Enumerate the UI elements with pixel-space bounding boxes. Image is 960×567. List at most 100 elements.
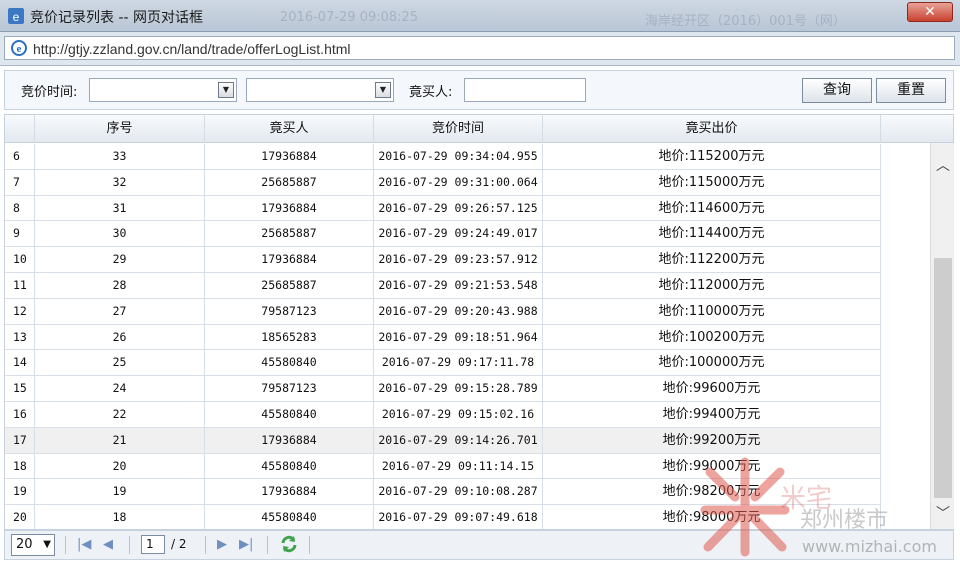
page-size-select[interactable]: 20 ▼ <box>11 534 55 556</box>
table-row[interactable]: 7 32 25685887 2016-07-29 09:31:00.064 地价:115… <box>5 169 881 196</box>
table-header: 序号 竟买人 竞价时间 竟买出价 <box>5 115 953 143</box>
column-header-bid-price[interactable]: 竟买出价 <box>543 115 881 143</box>
table-cell-price: 地价:100000万元 <box>543 350 881 377</box>
table-cell-time: 2016-07-29 09:24:49.017 <box>374 221 543 248</box>
column-header-seq[interactable]: 序号 <box>35 115 205 143</box>
table-cell-price: 地价:100200万元 <box>543 324 881 351</box>
table-row[interactable]: 11 28 25685887 2016-07-29 09:21:53.548 地价:11… <box>5 272 881 299</box>
refresh-icon[interactable] <box>279 534 299 554</box>
last-page-icon[interactable]: ▶| <box>239 537 253 552</box>
current-page-input[interactable]: 1 <box>141 535 165 554</box>
table-cell-idx: 19 <box>5 479 35 506</box>
table-cell-time: 2016-07-29 09:21:53.548 <box>374 272 543 299</box>
table-cell-idx: 6 <box>5 144 35 170</box>
table-cell-seq: 26 <box>35 324 205 351</box>
table-cell-seq: 33 <box>35 144 205 170</box>
scroll-up-icon[interactable]: ︿ <box>936 155 950 175</box>
chevron-down-icon[interactable]: ▼ <box>218 82 234 98</box>
table-row[interactable]: 6 33 17936884 2016-07-29 09:34:04.955 地价:115… <box>5 144 881 170</box>
column-header-index[interactable] <box>5 115 35 143</box>
table-row[interactable]: 9 30 25685887 2016-07-29 09:24:49.017 地价:114… <box>5 221 881 248</box>
table-cell-time: 2016-07-29 09:20:43.988 <box>374 298 543 325</box>
watermark-sub: 郑州楼市 <box>800 508 889 533</box>
table-row[interactable]: 15 24 79587123 2016-07-29 09:15:28.789 地价:99… <box>5 376 881 402</box>
table-cell-time: 2016-07-29 09:26:57.125 <box>374 195 543 222</box>
table-row[interactable]: 10 29 17936884 2016-07-29 09:23:57.912 地价:11… <box>5 247 881 273</box>
table-row[interactable]: 13 26 18565283 2016-07-29 09:18:51.964 地价:10… <box>5 324 881 351</box>
table-cell-idx: 20 <box>5 505 35 529</box>
table-cell-idx: 13 <box>5 324 35 351</box>
first-page-icon[interactable]: |◀ <box>77 537 91 552</box>
table-cell-price: 地价:112000万元 <box>543 272 881 299</box>
table-row[interactable]: 17 21 17936884 2016-07-29 09:14:26.701 地价:99… <box>5 427 881 454</box>
table-cell-price: 地价:114400万元 <box>543 221 881 248</box>
chevron-down-icon[interactable]: ▼ <box>375 82 391 98</box>
dialog-title: 竞价记录列表 -- 网页对话框 <box>30 10 204 26</box>
table-cell-idx: 14 <box>5 350 35 377</box>
table-cell-buyer: 17936884 <box>205 144 374 170</box>
dialog-titlebar: e 竞价记录列表 -- 网页对话框 2016-07-29 09:08:25 海岸… <box>0 0 960 32</box>
table-cell-idx: 7 <box>5 169 35 196</box>
table-cell-buyer: 17936884 <box>205 195 374 222</box>
table-cell-time: 2016-07-29 09:14:26.701 <box>374 427 543 454</box>
bid-time-label: 竞价时间: <box>21 85 78 100</box>
table-cell-seq: 32 <box>35 169 205 196</box>
chevron-down-icon: ▼ <box>43 539 51 550</box>
table-cell-price: 地价:99200万元 <box>543 427 881 454</box>
close-icon: ✕ <box>924 4 936 20</box>
table-cell-time: 2016-07-29 09:15:28.789 <box>374 376 543 402</box>
buyer-input[interactable] <box>464 78 586 102</box>
table-cell-idx: 11 <box>5 272 35 299</box>
table-row[interactable]: 14 25 45580840 2016-07-29 09:17:11.78 地价:100… <box>5 350 881 377</box>
table-cell-seq: 22 <box>35 401 205 428</box>
table-cell-buyer: 25685887 <box>205 169 374 196</box>
page-icon: e <box>8 8 24 24</box>
table-cell-seq: 31 <box>35 195 205 222</box>
table-cell-seq: 27 <box>35 298 205 325</box>
table-cell-idx: 17 <box>5 427 35 454</box>
table-cell-idx: 8 <box>5 195 35 222</box>
table-cell-time: 2016-07-29 09:34:04.955 <box>374 144 543 170</box>
table-cell-idx: 9 <box>5 221 35 248</box>
query-button[interactable]: 查询 <box>802 78 872 103</box>
svg-text:e: e <box>17 43 22 55</box>
table-row[interactable]: 16 22 45580840 2016-07-29 09:15:02.16 地价:994… <box>5 401 881 428</box>
background-window-text: 海岸经开区（2016）001号（网） <box>645 14 846 29</box>
url-field[interactable]: e http://gtjy.zzland.gov.cn/land/trade/o… <box>4 36 955 60</box>
table-cell-time: 2016-07-29 09:11:14.15 <box>374 453 543 480</box>
table-cell-seq: 29 <box>35 247 205 273</box>
bid-time-from-input[interactable]: ▼ <box>89 78 237 102</box>
table-cell-time: 2016-07-29 09:10:08.287 <box>374 479 543 506</box>
close-button[interactable]: ✕ <box>907 2 953 22</box>
table-cell-buyer: 17936884 <box>205 427 374 454</box>
table-cell-seq: 20 <box>35 453 205 480</box>
table-cell-price: 地价:114600万元 <box>543 195 881 222</box>
reset-button[interactable]: 重置 <box>876 78 946 103</box>
url-text: http://gtjy.zzland.gov.cn/land/trade/off… <box>33 41 351 57</box>
table-cell-time: 2016-07-29 09:18:51.964 <box>374 324 543 351</box>
next-page-icon[interactable]: ▶ <box>217 537 227 552</box>
table-cell-buyer: 79587123 <box>205 376 374 402</box>
scroll-down-icon[interactable]: ﹀ <box>936 503 950 523</box>
pager-divider <box>205 536 206 554</box>
column-header-buyer[interactable]: 竟买人 <box>205 115 374 143</box>
pager-divider <box>129 536 130 554</box>
scrollbar-thumb[interactable] <box>934 258 952 498</box>
svg-text:e: e <box>13 10 20 24</box>
total-pages: / 2 <box>171 537 187 551</box>
table-cell-buyer: 45580840 <box>205 453 374 480</box>
table-cell-idx: 10 <box>5 247 35 273</box>
table-row[interactable]: 8 31 17936884 2016-07-29 09:26:57.125 地价:114… <box>5 195 881 222</box>
table-cell-buyer: 18565283 <box>205 324 374 351</box>
table-row[interactable]: 12 27 79587123 2016-07-29 09:20:43.988 地价:11… <box>5 298 881 325</box>
vertical-scrollbar[interactable]: ︿ ﹀ <box>930 143 954 529</box>
bid-time-to-input[interactable]: ▼ <box>246 78 394 102</box>
pager-divider <box>65 536 66 554</box>
prev-page-icon[interactable]: ◀ <box>103 537 113 552</box>
table-cell-time: 2016-07-29 09:15:02.16 <box>374 401 543 428</box>
table-cell-time: 2016-07-29 09:31:00.064 <box>374 169 543 196</box>
column-header-bid-time[interactable]: 竞价时间 <box>374 115 543 143</box>
buyer-label: 竟买人: <box>409 85 453 100</box>
table-cell-buyer: 45580840 <box>205 505 374 529</box>
pager-divider <box>267 536 268 554</box>
